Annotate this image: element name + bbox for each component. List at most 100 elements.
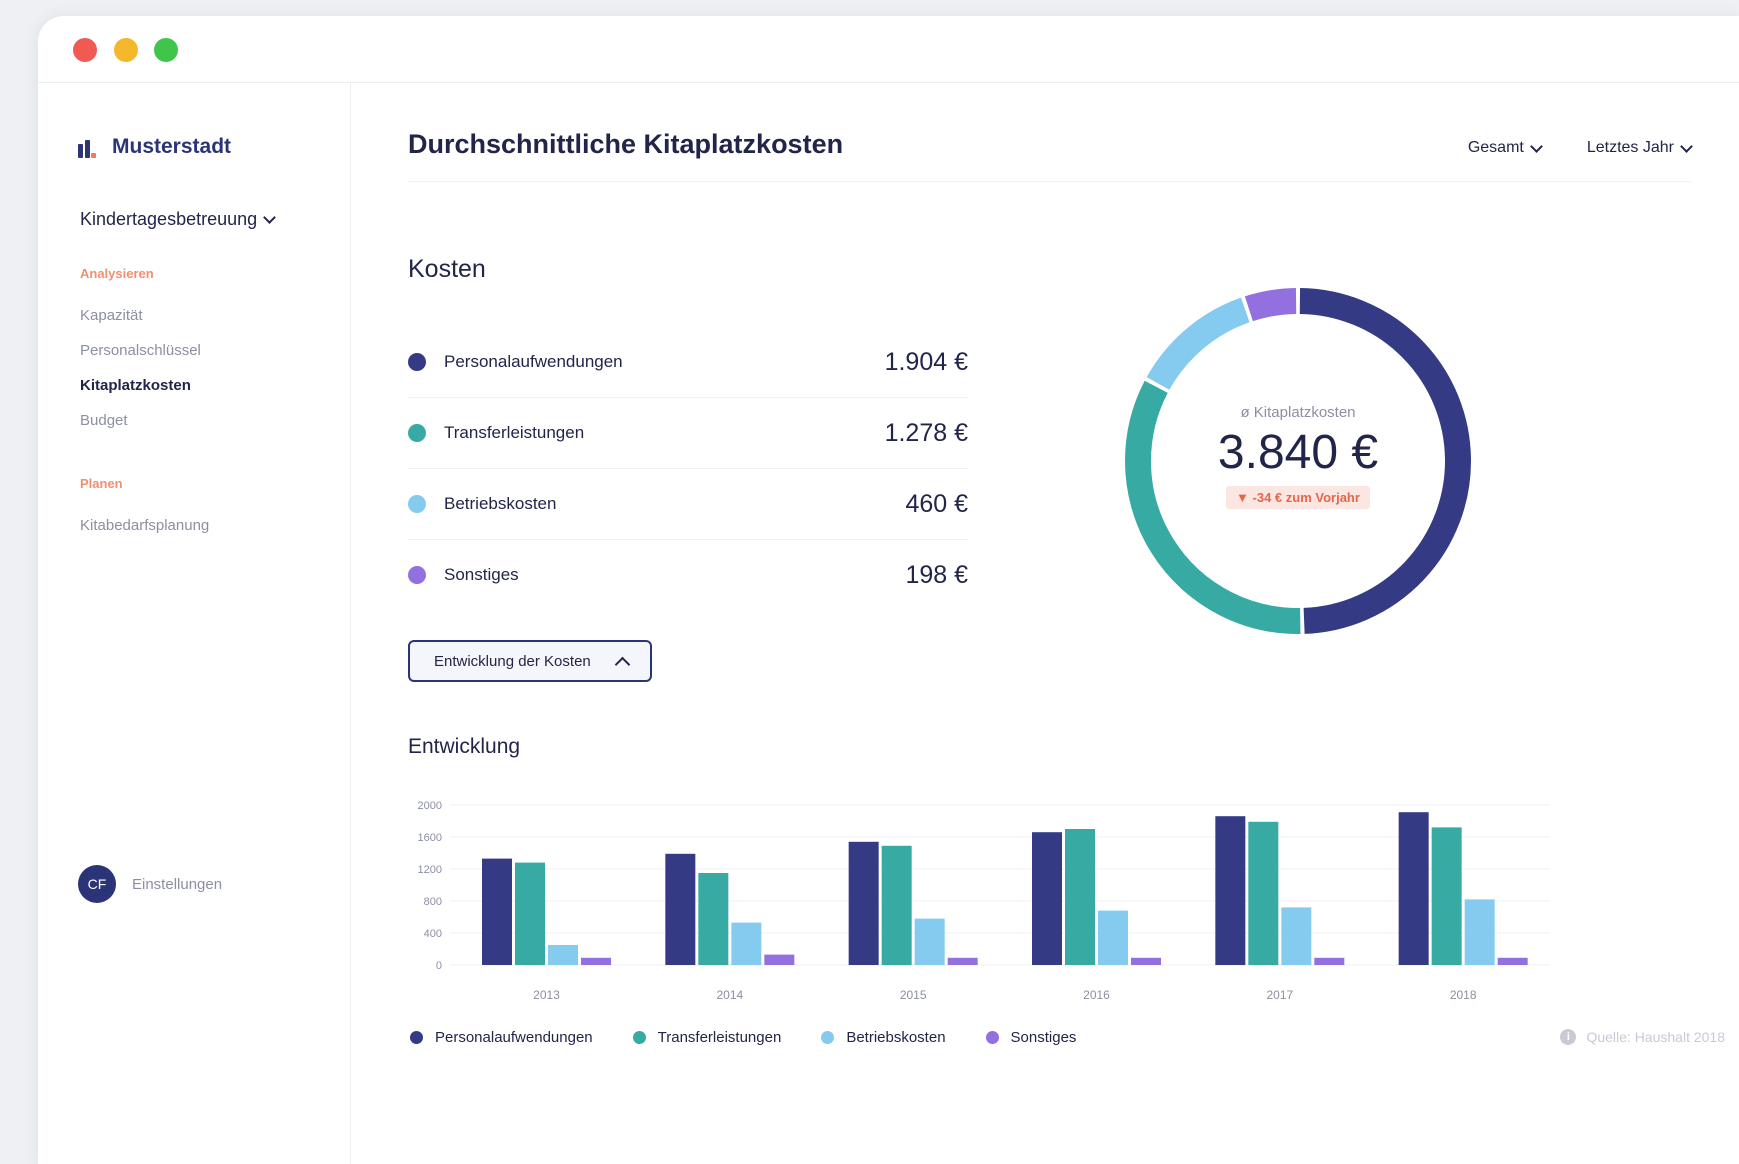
legend-dot-personal	[410, 1031, 423, 1044]
bar-transfer	[881, 845, 912, 965]
cost-value: 460 €	[905, 489, 968, 518]
bar-betrieb	[1464, 899, 1495, 965]
legend-label: Personalaufwendungen	[435, 1029, 593, 1046]
legend-dot-personal	[408, 353, 426, 371]
brand[interactable]: Musterstadt	[78, 135, 231, 159]
x-tick-label: 2015	[900, 988, 927, 1002]
bar-transfer	[698, 873, 729, 965]
header-divider	[408, 181, 1691, 182]
app-window: Musterstadt Kindertagesbetreuung Analysi…	[38, 16, 1739, 1164]
cost-row: Transferleistungen 1.278 €	[408, 398, 968, 469]
brand-name: Musterstadt	[112, 135, 232, 158]
cost-value: 198 €	[905, 560, 968, 589]
x-tick-label: 2014	[716, 988, 743, 1002]
bar-transfer	[515, 862, 545, 965]
bar-betrieb	[1281, 907, 1312, 965]
sidebar-item-kitaplatzkosten[interactable]: Kitaplatzkosten	[80, 377, 191, 394]
close-window-button[interactable]	[73, 38, 97, 62]
settings-link[interactable]: CF Einstellungen	[78, 865, 222, 903]
bar-transfer	[1431, 827, 1462, 965]
legend-dot-transfer	[632, 1031, 646, 1044]
y-tick-label: 2000	[418, 800, 442, 812]
x-tick-label: 2016	[1083, 988, 1110, 1002]
bar-betrieb	[548, 945, 578, 965]
cost-list: Personalaufwendungen 1.904 € Transferlei…	[408, 327, 968, 610]
cost-label: Betriebskosten	[444, 494, 557, 513]
source-label: Quelle: Haushalt 2018	[1586, 1029, 1725, 1045]
legend-label: Betriebskosten	[846, 1029, 946, 1046]
settings-label: Einstellungen	[132, 875, 223, 893]
legend-dot-sonstiges	[985, 1031, 999, 1044]
legend-item: Transferleistungen	[632, 1029, 782, 1046]
area-dropdown[interactable]: Kindertagesbetreuung	[80, 209, 277, 230]
bar-personal	[1215, 816, 1246, 965]
bar-sonstiges	[947, 957, 978, 965]
section-label-plan: Planen	[80, 476, 123, 491]
chevron-down-icon	[263, 211, 277, 224]
main-content: Durchschnittliche Kitaplatzkosten Gesamt…	[350, 83, 1739, 1164]
donut-total: 3.840 €	[1217, 425, 1379, 479]
cost-row: Betriebskosten 460 €	[408, 469, 968, 540]
toggle-development-label: Entwicklung der Kosten	[434, 652, 591, 670]
bar-sonstiges	[1314, 957, 1345, 965]
bar-personal	[1032, 832, 1062, 965]
bar-transfer	[1065, 829, 1095, 965]
legend-label: Sonstiges	[1010, 1029, 1077, 1046]
legend-dot-betrieb	[408, 495, 426, 513]
legend-item: Personalaufwendungen	[410, 1029, 593, 1046]
bar-personal	[1398, 812, 1429, 965]
donut-delta-badge: ▼ -34 € zum Vorjahr	[1226, 485, 1370, 509]
chevron-down-icon	[1529, 139, 1543, 153]
sidebar-item-budget[interactable]: Budget	[80, 412, 128, 429]
scope-filter-dropdown[interactable]: Gesamt	[1468, 139, 1543, 157]
section-label-analyze: Analysieren	[80, 266, 154, 281]
bar-personal	[482, 858, 512, 965]
bar-personal	[848, 841, 879, 965]
sidebar: Musterstadt Kindertagesbetreuung Analysi…	[38, 83, 351, 1164]
chevron-down-icon	[1680, 139, 1693, 153]
y-tick-label: 800	[424, 896, 442, 908]
development-bar-chart: 0 400 800 1200 1600 2000 2013 2014 2015 2016 2017 2…	[418, 800, 1550, 1002]
cost-label: Transferleistungen	[444, 423, 585, 442]
toggle-development-button[interactable]: Entwicklung der Kosten	[408, 640, 652, 682]
section-title-entwicklung: Entwicklung	[408, 735, 521, 758]
sidebar-item-kitabedarfsplanung[interactable]: Kitabedarfsplanung	[80, 517, 209, 534]
legend-dot-sonstiges	[408, 566, 426, 584]
bar-betrieb	[1098, 910, 1128, 965]
x-tick-label: 2017	[1266, 988, 1293, 1002]
section-title-kosten: Kosten	[408, 255, 486, 283]
sidebar-item-personalschluessel[interactable]: Personalschlüssel	[80, 342, 201, 359]
chart-legend: Personalaufwendungen Transferleistungen …	[410, 1029, 1076, 1046]
period-filter-label: Letztes Jahr	[1586, 139, 1674, 156]
donut-center: ø Kitaplatzkosten 3.840 € ▼ -34 € zum Vo…	[1118, 281, 1478, 641]
bar-betrieb	[731, 922, 762, 965]
y-tick-label: 0	[436, 960, 442, 972]
bar-sonstiges	[1497, 957, 1528, 965]
page-title: Durchschnittliche Kitaplatzkosten	[408, 129, 844, 159]
bar-transfer	[1248, 821, 1279, 965]
sidebar-item-kapazitaet[interactable]: Kapazität	[80, 307, 143, 324]
filter-bar: Gesamt Letztes Jahr	[1468, 139, 1693, 157]
minimize-window-button[interactable]	[114, 38, 138, 62]
cost-row: Personalaufwendungen 1.904 €	[408, 327, 968, 398]
area-dropdown-label: Kindertagesbetreuung	[80, 209, 258, 229]
cost-donut-chart: ø Kitaplatzkosten 3.840 € ▼ -34 € zum Vo…	[1118, 281, 1478, 641]
bar-betrieb	[914, 918, 945, 965]
data-source: i Quelle: Haushalt 2018	[1560, 1029, 1725, 1045]
y-tick-label: 1600	[418, 832, 442, 844]
cost-label: Personalaufwendungen	[444, 352, 623, 371]
y-tick-label: 400	[424, 928, 442, 940]
chevron-up-icon	[614, 656, 631, 672]
info-icon[interactable]: i	[1560, 1029, 1577, 1045]
legend-label: Transferleistungen	[657, 1029, 782, 1046]
cost-value: 1.904 €	[884, 347, 968, 376]
bar-sonstiges	[1131, 957, 1161, 965]
y-tick-label: 1200	[418, 864, 442, 876]
cost-value: 1.278 €	[884, 418, 968, 447]
maximize-window-button[interactable]	[154, 38, 178, 62]
cost-row: Sonstiges 198 €	[408, 540, 968, 610]
x-tick-label: 2013	[533, 988, 560, 1002]
brand-logo-icon	[78, 136, 104, 158]
period-filter-dropdown[interactable]: Letztes Jahr	[1586, 139, 1693, 157]
legend-dot-transfer	[408, 424, 426, 442]
